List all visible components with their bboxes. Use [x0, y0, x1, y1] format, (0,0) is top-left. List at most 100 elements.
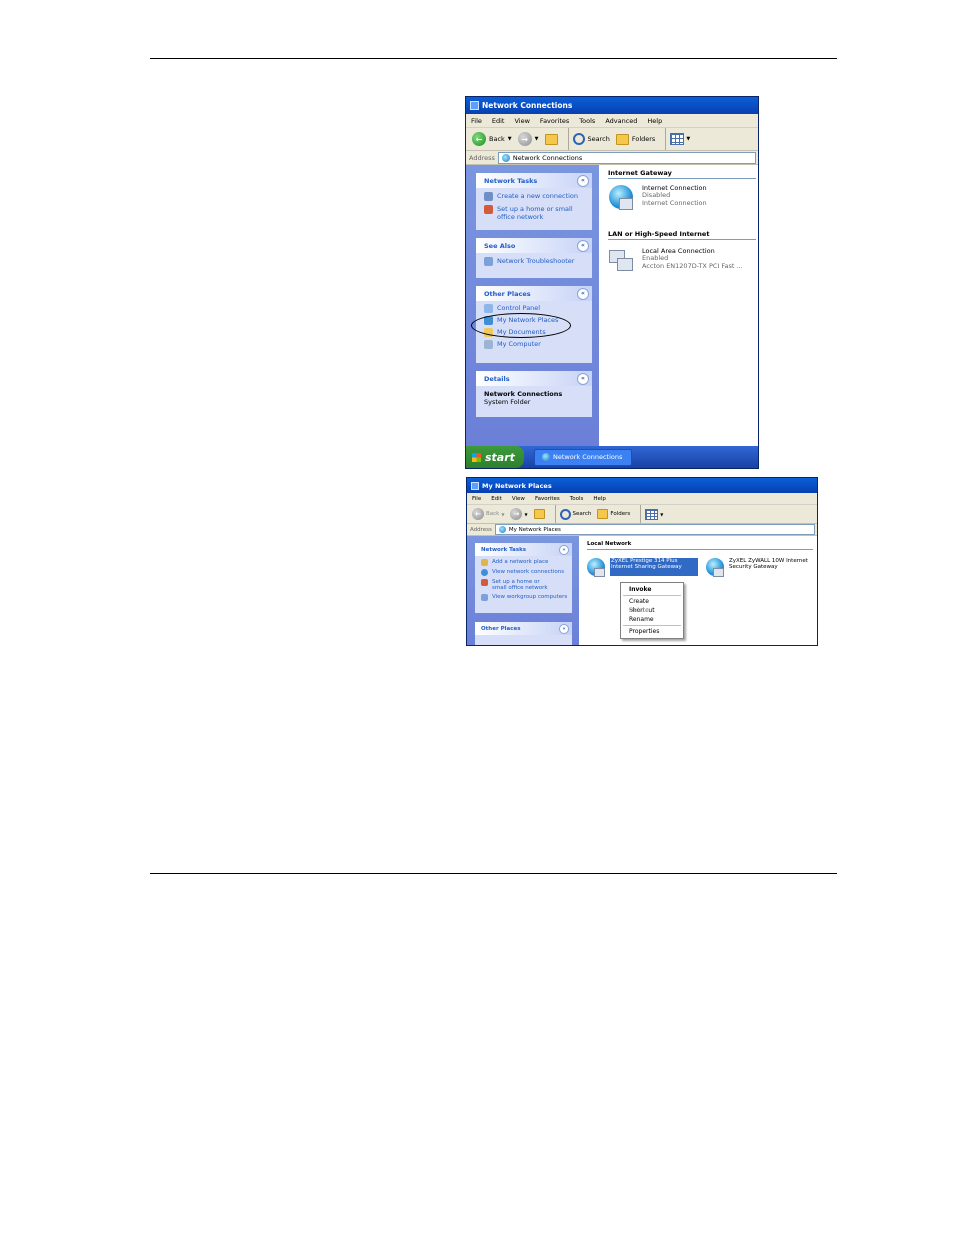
views-button[interactable]: ▼ [670, 133, 690, 145]
details-header[interactable]: Details « [476, 371, 592, 386]
menu-separator [623, 595, 681, 596]
collapse-chevron-icon[interactable]: « [577, 239, 589, 252]
group-header-internet-gateway: Internet Gateway [608, 169, 756, 179]
forward-button[interactable]: → ▼ [510, 508, 528, 520]
toolbar-separator [665, 128, 667, 150]
internet-connection-item[interactable]: Internet Connection Disabled Internet Co… [609, 184, 707, 210]
windows-flag-icon [472, 452, 481, 462]
taskbar-network-connections[interactable]: Network Connections [534, 448, 632, 466]
menu-view[interactable]: View [507, 496, 530, 502]
local-area-connection-item[interactable]: Local Area Connection Enabled Accton EN1… [609, 247, 743, 272]
device-zyxel-prestige[interactable]: ZyXEL Prestige 314 Plus Internet Sharing… [587, 558, 698, 577]
collapse-chevron-icon[interactable]: « [577, 287, 589, 300]
context-create-shortcut[interactable]: Create Shortcut [621, 597, 683, 614]
network-device-icon [706, 558, 724, 577]
network-connections-window: Network Connections File Edit View Favor… [465, 96, 759, 469]
back-arrow-icon: ← [472, 508, 484, 520]
menu-file[interactable]: File [466, 117, 487, 125]
footer-rule [150, 873, 837, 874]
collapse-chevron-icon[interactable]: « [559, 623, 569, 634]
details-title: Details [484, 374, 510, 383]
details-panel: Details « Network Connections System Fol… [476, 371, 592, 417]
menu-edit[interactable]: Edit [487, 117, 510, 125]
view-workgroup-computers-link[interactable]: View workgroup computers [481, 594, 572, 601]
forward-button[interactable]: → ▼ [517, 132, 539, 146]
chevron-down-icon: ▼ [686, 136, 691, 142]
search-button[interactable]: Search [559, 508, 591, 520]
collapse-chevron-icon[interactable]: « [577, 372, 589, 385]
group-header-local-network: Local Network [587, 541, 813, 550]
other-places-header[interactable]: Other Places « [475, 622, 572, 635]
back-label: Back [489, 135, 505, 143]
menu-favorites[interactable]: Favorites [535, 117, 574, 125]
menu-edit[interactable]: Edit [486, 496, 507, 502]
new-connection-icon [484, 192, 493, 201]
add-network-place-link[interactable]: Add a network place [481, 559, 572, 566]
address-bar: Address Network Connections [466, 151, 758, 165]
forward-arrow-icon: → [517, 132, 532, 146]
computer-icon [484, 340, 493, 349]
menu-file[interactable]: File [467, 496, 486, 502]
folders-button[interactable]: Folders [615, 133, 655, 145]
back-button[interactable]: ← Back ▼ [472, 132, 512, 146]
highlight-ellipse [471, 313, 571, 338]
menu-tools[interactable]: Tools [565, 496, 589, 502]
see-also-header[interactable]: See Also « [476, 238, 592, 253]
window-body: Network Tasks « Create a new connection … [466, 165, 758, 446]
context-properties[interactable]: Properties [621, 627, 683, 636]
menu-help[interactable]: Help [642, 117, 667, 125]
home-network-setup-link[interactable]: Set up a home or small office network [481, 579, 553, 591]
toolbar-separator [640, 505, 642, 523]
start-button[interactable]: start [466, 446, 524, 468]
context-rename[interactable]: Rename [621, 615, 683, 624]
chevron-down-icon: ▼ [660, 511, 664, 517]
troubleshooter-icon [484, 257, 493, 266]
menu-advanced[interactable]: Advanced [600, 117, 642, 125]
address-bar: Address My Network Places [467, 524, 817, 536]
collapse-chevron-icon[interactable]: « [559, 544, 569, 555]
network-tasks-header[interactable]: Network Tasks « [475, 543, 572, 556]
menu-view[interactable]: View [509, 117, 534, 125]
network-tasks-panel: Network Tasks « Create a new connection … [476, 173, 592, 230]
my-network-places-window: My Network Places File Edit View Favorit… [466, 477, 818, 646]
workgroup-icon [481, 594, 488, 601]
address-field[interactable]: Network Connections [497, 151, 756, 164]
device-label: ZyXEL ZyWALL 10W Internet Security Gatew… [729, 558, 808, 571]
control-panel-link[interactable]: Control Panel [484, 304, 592, 313]
home-network-setup-link[interactable]: Set up a home or small office network [484, 205, 574, 221]
up-folder-button[interactable] [544, 133, 558, 145]
toolbar-separator [554, 505, 556, 523]
other-places-header[interactable]: Other Places « [476, 286, 592, 301]
window-icon [471, 481, 479, 490]
address-label: Address [469, 153, 495, 162]
search-button[interactable]: Search [572, 133, 610, 145]
chevron-down-icon: ▼ [534, 136, 539, 142]
monitor-icon [617, 258, 633, 271]
menu-favorites[interactable]: Favorites [530, 496, 565, 502]
back-button[interactable]: ← Back ▼ [472, 508, 504, 520]
folders-button[interactable]: Folders [597, 509, 630, 519]
address-field[interactable]: My Network Places [494, 524, 815, 535]
network-tasks-header[interactable]: Network Tasks « [476, 173, 592, 188]
up-folder-button[interactable] [533, 509, 545, 519]
title-bar[interactable]: Network Connections [466, 97, 758, 114]
create-new-connection-link[interactable]: Create a new connection [484, 192, 592, 201]
see-also-panel: See Also « Network Troubleshooter [476, 238, 592, 278]
search-label: Search [587, 135, 610, 143]
folders-label: Folders [610, 511, 631, 517]
up-folder-icon [533, 509, 545, 519]
lan-connection-icon [609, 248, 633, 272]
view-network-connections-link[interactable]: View network connections [481, 569, 572, 576]
menu-separator [623, 625, 681, 626]
menu-tools[interactable]: Tools [574, 117, 600, 125]
context-invoke[interactable]: Invoke [621, 585, 683, 594]
title-bar[interactable]: My Network Places [467, 478, 817, 493]
my-computer-link[interactable]: My Computer [484, 340, 592, 349]
views-button[interactable]: ▼ [645, 508, 664, 520]
network-device-icon [587, 558, 605, 577]
collapse-chevron-icon[interactable]: « [577, 174, 589, 187]
network-troubleshooter-link[interactable]: Network Troubleshooter [484, 257, 592, 266]
menu-help[interactable]: Help [588, 496, 611, 502]
connection-description: Internet Connection [642, 198, 707, 207]
device-zyxel-zywall[interactable]: ZyXEL ZyWALL 10W Internet Security Gatew… [706, 558, 809, 577]
